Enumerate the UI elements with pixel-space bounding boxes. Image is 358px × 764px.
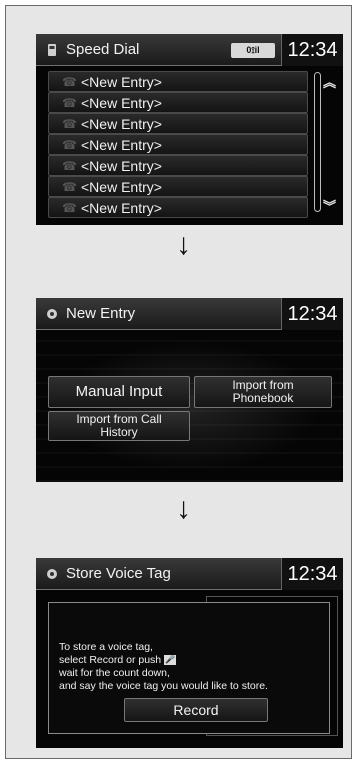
list-item[interactable]: ☎ <New Entry> xyxy=(48,71,308,92)
clock: 12:34 xyxy=(281,298,343,330)
phone-icon: ☎ xyxy=(62,117,77,131)
down-arrow-icon: ↓ xyxy=(176,492,191,525)
phone-icon: ☎ xyxy=(62,201,77,215)
phone-icon: ☎ xyxy=(62,159,77,173)
chevron-down-icon[interactable]: ︾ xyxy=(323,196,336,215)
new-entry-screen: New Entry 12:34 Manual Input Import from… xyxy=(36,298,343,482)
screen-title: New Entry xyxy=(66,305,136,322)
speed-dial-list: ☎ <New Entry> ☎ <New Entry> ☎ <New Entry> ☎… xyxy=(48,71,308,218)
list-item[interactable]: ☎ <New Entry> xyxy=(48,155,308,176)
clock: 12:34 xyxy=(281,34,343,66)
list-item[interactable]: ☎ <New Entry> xyxy=(48,134,308,155)
record-button[interactable]: Record xyxy=(124,698,268,722)
store-voice-tag-screen: Store Voice Tag 12:34 To store a voice t… xyxy=(36,558,343,748)
scrollbar[interactable] xyxy=(314,72,321,212)
gear-icon xyxy=(47,309,57,319)
import-from-call-history-button[interactable]: Import from Call History xyxy=(48,411,190,441)
instructions-text: To store a voice tag, select Record or p… xyxy=(59,641,268,692)
manual-input-button[interactable]: Manual Input xyxy=(48,376,190,408)
header: Speed Dial 0⟟il 12:34 xyxy=(36,34,343,66)
phone-icon xyxy=(48,44,56,56)
phone-icon: ☎ xyxy=(62,75,77,89)
list-item[interactable]: ☎ <New Entry> xyxy=(48,92,308,113)
talk-icon: 🎤 xyxy=(164,655,177,666)
header: Store Voice Tag 12:34 xyxy=(36,558,343,590)
bluetooth-signal-icon: 0⟟il xyxy=(231,43,275,58)
list-item[interactable]: ☎ <New Entry> xyxy=(48,113,308,134)
down-arrow-icon: ↓ xyxy=(176,228,191,261)
import-from-phonebook-button[interactable]: Import from Phonebook xyxy=(194,376,332,408)
gear-icon xyxy=(47,569,57,579)
screen-title: Store Voice Tag xyxy=(66,565,171,582)
chevron-up-icon[interactable]: ︽ xyxy=(323,72,336,91)
list-item[interactable]: ☎ <New Entry> xyxy=(48,176,308,197)
phone-icon: ☎ xyxy=(62,96,77,110)
phone-icon: ☎ xyxy=(62,180,77,194)
list-item[interactable]: ☎ <New Entry> xyxy=(48,197,308,218)
clock: 12:34 xyxy=(281,558,343,590)
manual-page-frame: Speed Dial 0⟟il 12:34 ☎ <New Entry> ☎ <New… xyxy=(5,5,352,759)
phone-icon: ☎ xyxy=(62,138,77,152)
screen-title: Speed Dial xyxy=(66,41,140,58)
speed-dial-screen: Speed Dial 0⟟il 12:34 ☎ <New Entry> ☎ <New… xyxy=(36,34,343,225)
header: New Entry 12:34 xyxy=(36,298,343,330)
